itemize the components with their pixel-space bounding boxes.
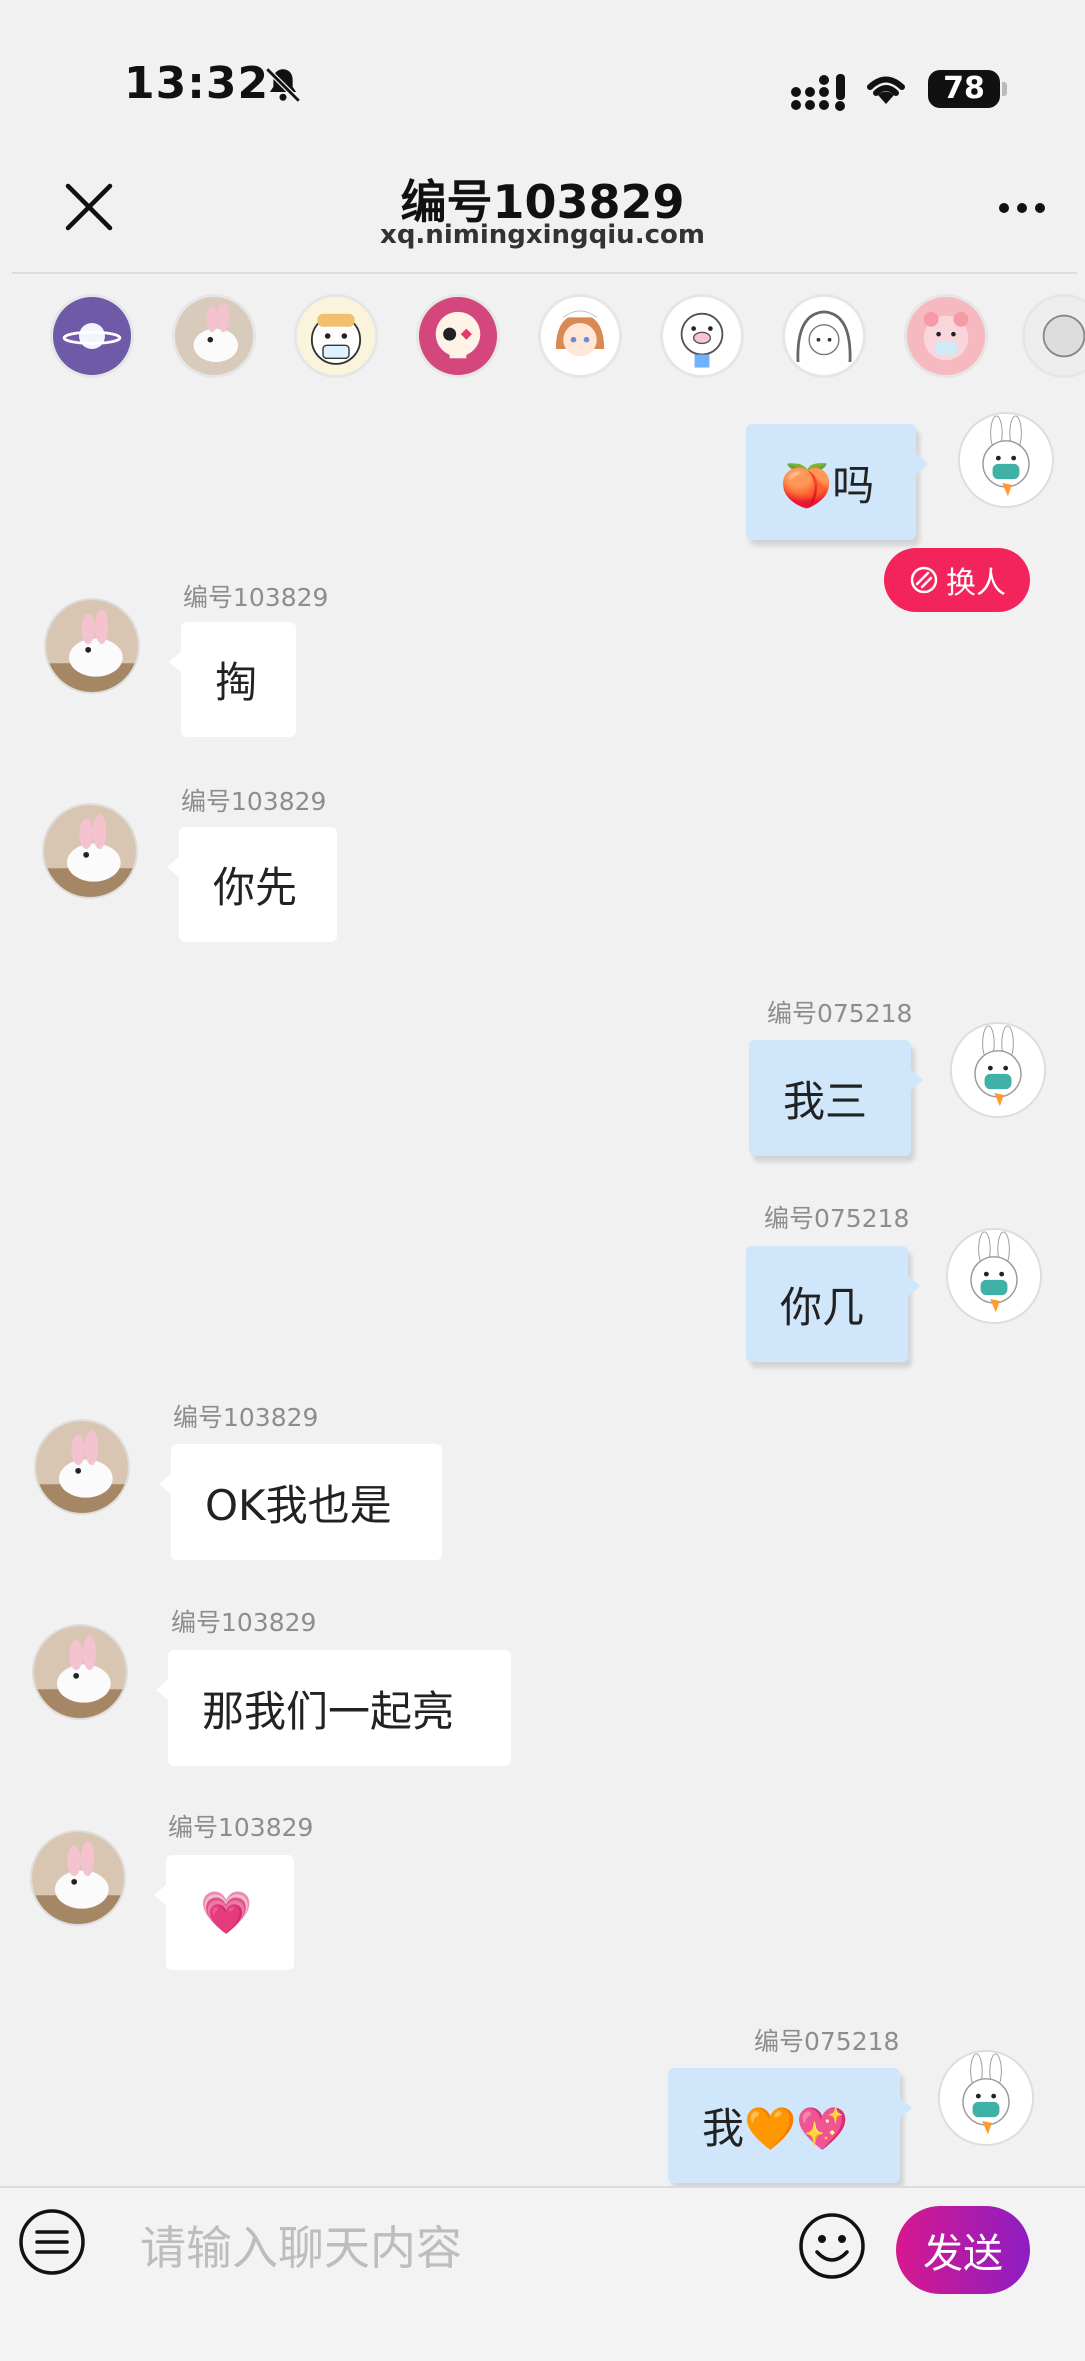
avatar-pig[interactable] — [660, 294, 744, 378]
my-avatar[interactable] — [958, 412, 1054, 508]
chat-bubble-mine: 我🧡💖 — [668, 2068, 912, 2183]
chat-bubble-mine: 我三 — [749, 1040, 923, 1156]
avatar-planet[interactable] — [50, 294, 134, 378]
avatar-pink-pig[interactable] — [904, 294, 988, 378]
sender-name: 编号075218 — [754, 2027, 900, 2056]
status-time: 13:32 — [124, 58, 270, 109]
sender-name: 编号075218 — [764, 1204, 910, 1233]
chat-bubble-other: 💗 — [154, 1855, 294, 1970]
cellular-signal-icon — [791, 74, 845, 111]
emoji-icon[interactable] — [798, 2212, 866, 2280]
bell-muted-icon — [265, 67, 301, 103]
other-avatar[interactable] — [30, 1830, 126, 1926]
chat-bubble-mine: 你几 — [746, 1246, 920, 1362]
sender-name: 编号103829 — [171, 1608, 317, 1637]
battery-tip — [1002, 82, 1007, 96]
other-avatar[interactable] — [44, 598, 140, 694]
avatar-partial[interactable] — [1022, 294, 1085, 378]
my-avatar[interactable] — [950, 1022, 1046, 1118]
chat-bubble-mine: 🍑吗 — [746, 424, 928, 540]
other-avatar[interactable] — [32, 1624, 128, 1720]
swap-button-label: 换人 — [946, 566, 1006, 601]
chat-bubble-other: 掏 — [169, 622, 296, 737]
wifi-icon — [867, 76, 905, 104]
chat-bubble-other: 那我们一起亮 — [156, 1650, 511, 1766]
header-divider — [12, 272, 1077, 274]
battery-icon: 78 — [928, 70, 1000, 108]
my-avatar[interactable] — [938, 2050, 1034, 2146]
sender-name: 编号103829 — [181, 787, 327, 816]
sender-name: 编号103829 — [183, 583, 329, 612]
my-avatar[interactable] — [946, 1228, 1042, 1324]
avatar-bunny-cat[interactable] — [172, 294, 256, 378]
sender-name: 编号103829 — [173, 1403, 319, 1432]
send-button[interactable]: 发送 — [896, 2206, 1030, 2294]
swap-person-button[interactable]: 换人 — [884, 548, 1030, 612]
menu-icon[interactable] — [18, 2208, 86, 2276]
avatar-sketch-girl[interactable] — [782, 294, 866, 378]
swap-icon — [910, 566, 938, 594]
more-icon[interactable] — [996, 200, 1048, 216]
chat-bubble-other: OK我也是 — [159, 1444, 442, 1560]
chat-input[interactable]: 请输入聊天内容 — [140, 2208, 760, 2288]
avatar-mask-face[interactable] — [294, 294, 378, 378]
other-avatar[interactable] — [34, 1419, 130, 1515]
other-avatar[interactable] — [42, 803, 138, 899]
sender-name: 编号103829 — [168, 1813, 314, 1842]
page-subtitle: xq.nimingxingqiu.com — [380, 220, 705, 250]
chat-bubble-other: 你先 — [167, 827, 337, 942]
avatar-strip — [0, 288, 1085, 398]
avatar-anime-girl[interactable] — [538, 294, 622, 378]
sender-name: 编号075218 — [767, 999, 913, 1028]
avatar-skull[interactable] — [416, 294, 500, 378]
status-bar: 13:32 78 — [0, 0, 1085, 150]
